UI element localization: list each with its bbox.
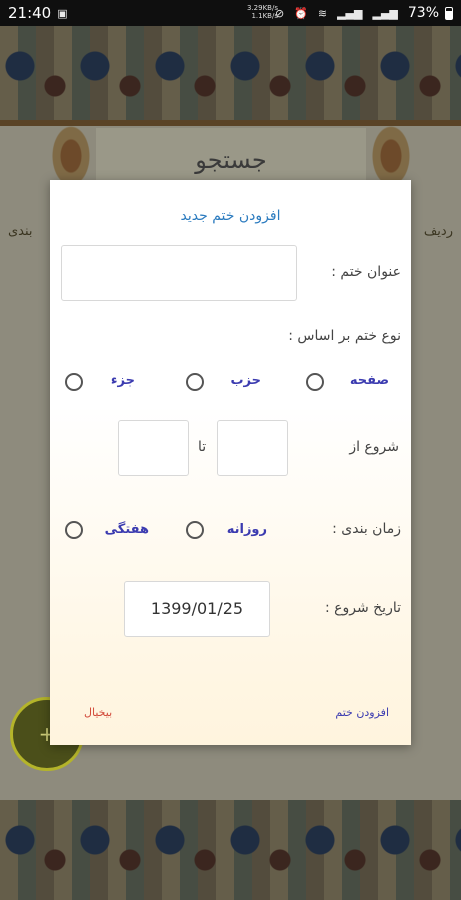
status-time: 21:40 [8, 4, 52, 22]
status-right: ⊘ ⏰ ≋ ▂▄▆ ▂▄▆ 73% [275, 0, 453, 26]
signal-2-icon: ▂▄▆ [372, 6, 398, 20]
radio-label-page: صفحه [349, 373, 389, 388]
khatm-title-label: عنوان ختم : [331, 264, 401, 280]
no-data-icon: ⊘ [274, 6, 285, 20]
battery-icon [445, 6, 453, 20]
add-khatm-dialog: افزودن ختم جدید عنوان ختم : نوع ختم بر ا… [50, 180, 411, 745]
ornament-bottom [0, 800, 461, 900]
status-bar: 21:40 ▣ 3.29KB/s 1.1KB/s ⊘ ⏰ ≋ ▂▄▆ ▂▄▆ 7… [0, 0, 461, 26]
radio-page[interactable] [306, 373, 324, 391]
net-down: 1.1KB/s [251, 12, 278, 20]
ornament-medallion-right [372, 126, 410, 186]
range-from-input[interactable] [217, 420, 288, 476]
network-speed: 3.29KB/s 1.1KB/s [247, 4, 278, 20]
search-header[interactable]: جستجو [96, 128, 366, 184]
add-khatm-button[interactable]: افزودن ختم [335, 706, 389, 719]
start-from-label: شروع از [349, 439, 399, 455]
range-to-label: تا [198, 439, 207, 455]
ornament-top [0, 26, 461, 126]
start-date-label: تاریخ شروع : [324, 600, 401, 616]
khatm-type-label: نوع ختم بر اساس : [288, 328, 401, 344]
alarm-icon: ⏰ [294, 6, 308, 20]
radio-hizb[interactable] [186, 373, 204, 391]
radio-label-weekly: هفتگی [104, 522, 149, 537]
schedule-label: زمان بندی : [332, 521, 401, 537]
column-header-left: بندی [8, 224, 33, 239]
signal-icon: ▂▄▆ [337, 6, 363, 20]
radio-juz[interactable] [65, 373, 83, 391]
dialog-title: افزودن ختم جدید [180, 208, 281, 224]
search-title: جستجو [195, 146, 267, 174]
battery-percent: 73% [407, 5, 439, 21]
radio-label-daily: روزانه [226, 522, 267, 537]
wifi-icon: ≋ [317, 6, 328, 20]
radio-label-juz: جزء [110, 373, 135, 388]
radio-daily[interactable] [186, 521, 204, 539]
gallery-icon: ▣ [57, 6, 68, 20]
net-up: 3.29KB/s [247, 4, 278, 12]
start-date-input[interactable]: 1399/01/25 [124, 581, 270, 637]
radio-weekly[interactable] [65, 521, 83, 539]
column-header-right: ردیف [423, 224, 453, 239]
khatm-title-input[interactable] [61, 245, 297, 301]
ornament-medallion-left [52, 126, 90, 186]
cancel-button[interactable]: بیخیال [84, 706, 112, 719]
range-to-input[interactable] [118, 420, 189, 476]
radio-label-hizb: حزب [230, 373, 261, 388]
